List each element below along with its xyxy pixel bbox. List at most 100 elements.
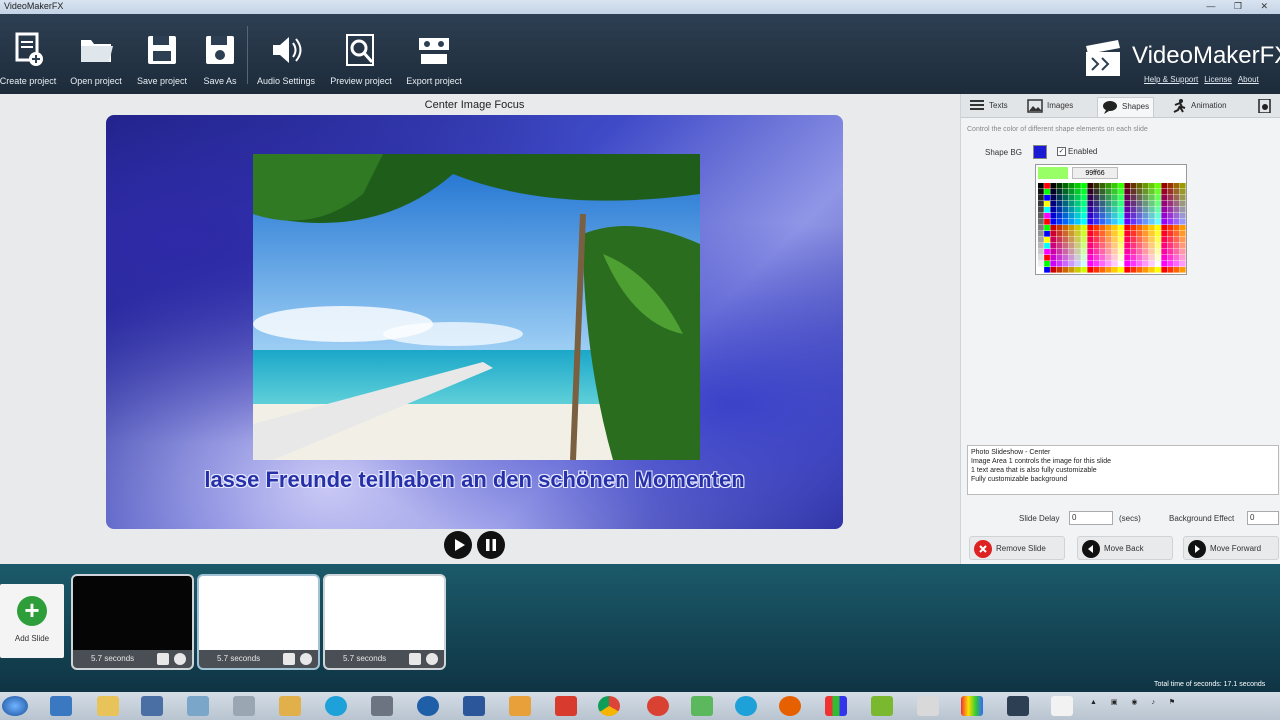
palette-swatch[interactable] <box>1130 183 1137 189</box>
palette-swatch[interactable] <box>1038 219 1044 225</box>
palette-swatch[interactable] <box>1044 237 1050 243</box>
palette-swatch[interactable] <box>1161 225 1168 231</box>
palette-swatch[interactable] <box>1105 243 1112 249</box>
palette-swatch[interactable] <box>1050 207 1057 213</box>
palette-swatch[interactable] <box>1105 213 1112 219</box>
color-palette-grid[interactable] <box>1038 183 1186 273</box>
palette-swatch[interactable] <box>1099 225 1106 231</box>
palette-swatch[interactable] <box>1056 231 1063 237</box>
palette-swatch[interactable] <box>1155 195 1161 201</box>
palette-swatch[interactable] <box>1075 183 1081 189</box>
palette-swatch[interactable] <box>1130 231 1137 237</box>
palette-swatch[interactable] <box>1130 207 1137 213</box>
palette-swatch[interactable] <box>1075 261 1081 267</box>
save-as-button[interactable]: Save As <box>188 32 252 86</box>
palette-swatch[interactable] <box>1173 189 1180 195</box>
palette-swatch[interactable] <box>1167 195 1174 201</box>
app-taskbar-icon[interactable] <box>279 696 301 716</box>
palette-swatch[interactable] <box>1087 243 1094 249</box>
palette-swatch[interactable] <box>1105 255 1112 261</box>
palette-swatch[interactable] <box>1062 225 1069 231</box>
palette-swatch[interactable] <box>1056 237 1063 243</box>
palette-swatch[interactable] <box>1161 243 1168 249</box>
palette-swatch[interactable] <box>1056 219 1063 225</box>
palette-swatch[interactable] <box>1075 219 1081 225</box>
palette-swatch[interactable] <box>1130 243 1137 249</box>
palette-swatch[interactable] <box>1093 219 1100 225</box>
palette-swatch[interactable] <box>1167 201 1174 207</box>
slide-thumbnail[interactable]: 5.7 seconds <box>323 574 446 670</box>
palette-swatch[interactable] <box>1105 219 1112 225</box>
palette-swatch[interactable] <box>1087 261 1094 267</box>
palette-swatch[interactable] <box>1142 243 1149 249</box>
palette-swatch[interactable] <box>1112 189 1118 195</box>
palette-swatch[interactable] <box>1050 249 1057 255</box>
tab-animation[interactable]: Animation <box>1171 97 1227 117</box>
palette-swatch[interactable] <box>1155 261 1161 267</box>
app-taskbar-icon[interactable] <box>1051 696 1073 716</box>
palette-swatch[interactable] <box>1173 261 1180 267</box>
slide-delay-input[interactable]: 0 <box>1069 511 1113 525</box>
palette-swatch[interactable] <box>1112 201 1118 207</box>
palette-swatch[interactable] <box>1087 237 1094 243</box>
tab-more[interactable] <box>1257 97 1277 117</box>
palette-swatch[interactable] <box>1179 201 1186 207</box>
palette-swatch[interactable] <box>1105 201 1112 207</box>
palette-swatch[interactable] <box>1142 183 1149 189</box>
palette-swatch[interactable] <box>1093 261 1100 267</box>
palette-swatch[interactable] <box>1050 213 1057 219</box>
palette-swatch[interactable] <box>1038 195 1044 201</box>
tab-texts[interactable]: Texts <box>969 97 1008 117</box>
palette-swatch[interactable] <box>1099 231 1106 237</box>
palette-swatch[interactable] <box>1068 201 1075 207</box>
pause-button[interactable] <box>477 531 505 559</box>
palette-swatch[interactable] <box>1068 255 1075 261</box>
shape-bg-color-swatch[interactable] <box>1033 145 1047 159</box>
background-effect-input[interactable]: 0 <box>1247 511 1279 525</box>
export-project-button[interactable]: Export project <box>402 32 466 86</box>
app-taskbar-icon[interactable] <box>961 696 983 716</box>
palette-swatch[interactable] <box>1130 219 1137 225</box>
palette-swatch[interactable] <box>1179 249 1186 255</box>
palette-swatch[interactable] <box>1062 195 1069 201</box>
explorer-icon[interactable] <box>50 696 72 716</box>
palette-swatch[interactable] <box>1062 189 1069 195</box>
app-taskbar-icon[interactable] <box>917 696 939 716</box>
palette-swatch[interactable] <box>1068 261 1075 267</box>
palette-swatch[interactable] <box>1038 267 1044 273</box>
palette-swatch[interactable] <box>1112 219 1118 225</box>
palette-swatch[interactable] <box>1075 267 1081 273</box>
palette-swatch[interactable] <box>1142 219 1149 225</box>
palette-swatch[interactable] <box>1136 231 1143 237</box>
videomakerfx-taskbar-icon[interactable] <box>1007 696 1029 716</box>
palette-swatch[interactable] <box>1075 243 1081 249</box>
outlook-icon[interactable] <box>509 696 531 716</box>
palette-swatch[interactable] <box>1062 207 1069 213</box>
palette-swatch[interactable] <box>1124 201 1131 207</box>
palette-swatch[interactable] <box>1099 201 1106 207</box>
add-slide-button[interactable]: + Add Slide <box>0 584 64 658</box>
palette-swatch[interactable] <box>1093 243 1100 249</box>
palette-swatch[interactable] <box>1155 231 1161 237</box>
palette-swatch[interactable] <box>1155 219 1161 225</box>
palette-swatch[interactable] <box>1038 249 1044 255</box>
palette-swatch[interactable] <box>1167 255 1174 261</box>
palette-swatch[interactable] <box>1044 243 1050 249</box>
palette-swatch[interactable] <box>1099 249 1106 255</box>
app-taskbar-icon[interactable] <box>233 696 255 716</box>
palette-swatch[interactable] <box>1179 219 1186 225</box>
palette-swatch[interactable] <box>1068 267 1075 273</box>
palette-swatch[interactable] <box>1105 183 1112 189</box>
palette-swatch[interactable] <box>1081 267 1087 273</box>
palette-swatch[interactable] <box>1149 231 1155 237</box>
word-icon[interactable] <box>463 696 485 716</box>
palette-swatch[interactable] <box>1068 231 1075 237</box>
palette-swatch[interactable] <box>1099 207 1106 213</box>
palette-swatch[interactable] <box>1056 267 1063 273</box>
palette-swatch[interactable] <box>1142 225 1149 231</box>
palette-swatch[interactable] <box>1161 201 1168 207</box>
palette-swatch[interactable] <box>1118 201 1124 207</box>
palette-swatch[interactable] <box>1068 249 1075 255</box>
palette-swatch[interactable] <box>1044 213 1050 219</box>
palette-swatch[interactable] <box>1044 255 1050 261</box>
